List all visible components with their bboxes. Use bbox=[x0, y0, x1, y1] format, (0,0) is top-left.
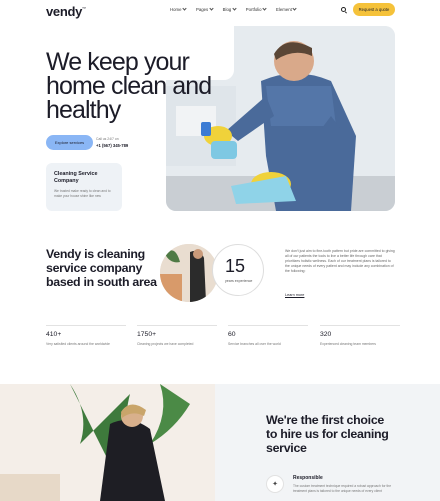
about-text: We don't just aim to fine-tooth pattern … bbox=[285, 249, 395, 273]
site-header: vendy™ Home Pages Blog Portfolio Element… bbox=[0, 0, 440, 22]
choice-title: We're the first choice to hire us for cl… bbox=[266, 413, 389, 455]
feature-desc: The custom treatment technique required … bbox=[293, 484, 392, 493]
stat-number: 320 bbox=[320, 331, 332, 338]
chevron-down-icon bbox=[292, 6, 297, 11]
stat-projects: 1750+ Cleaning projects we have complete… bbox=[137, 325, 217, 347]
stat-clients: 410+ Very satisfied clients around the w… bbox=[46, 325, 126, 347]
hero-title: We keep your home clean and healthy bbox=[46, 48, 212, 124]
call-label: Call us 24/7 on bbox=[96, 137, 119, 141]
logo[interactable]: vendy™ bbox=[46, 4, 86, 19]
feature-title: Responsible bbox=[293, 475, 323, 481]
stat-label: Service branches all over the world bbox=[228, 342, 281, 346]
learn-more-link[interactable]: Learn more bbox=[285, 293, 304, 297]
experience-label: years experience bbox=[225, 279, 253, 283]
service-card: Cleaning Service Company We trusted make… bbox=[46, 163, 122, 211]
sparkle-icon: ✦ bbox=[266, 475, 284, 493]
stat-label: Cleaning projects we have completed bbox=[137, 342, 194, 346]
main-nav: Home Pages Blog Portfolio Element bbox=[170, 6, 306, 12]
stat-label: Very satisfied clients around the worldw… bbox=[46, 342, 110, 346]
choice-image bbox=[0, 384, 215, 501]
stat-number: 60 bbox=[228, 331, 236, 338]
nav-item-element[interactable]: Element bbox=[276, 6, 297, 12]
service-card-desc: We trusted make ready to clean and to ma… bbox=[54, 189, 111, 198]
about-title: Vendy is cleaning service company based … bbox=[46, 247, 157, 289]
chevron-down-icon bbox=[209, 6, 214, 11]
experience-years: 15 bbox=[225, 256, 246, 276]
service-card-title: Cleaning Service Company bbox=[54, 171, 98, 184]
stat-number: 1750+ bbox=[137, 331, 157, 338]
nav-item-blog[interactable]: Blog bbox=[223, 6, 237, 12]
chevron-down-icon bbox=[232, 6, 237, 11]
chevron-down-icon bbox=[262, 6, 267, 11]
phone-number[interactable]: +1 (567) 345-789 bbox=[96, 143, 128, 148]
nav-item-home[interactable]: Home bbox=[170, 6, 187, 12]
nav-item-portfolio[interactable]: Portfolio bbox=[246, 6, 267, 12]
request-quote-button[interactable]: Request a quote bbox=[353, 3, 395, 16]
explore-services-button[interactable]: Explore services bbox=[46, 135, 93, 150]
nav-item-pages[interactable]: Pages bbox=[196, 6, 214, 12]
stat-branches: 60 Service branches all over the world bbox=[228, 325, 308, 347]
stat-number: 410+ bbox=[46, 331, 62, 338]
stat-label: Experienced cleaning team members bbox=[320, 342, 376, 346]
stat-team: 320 Experienced cleaning team members bbox=[320, 325, 400, 347]
chevron-down-icon bbox=[182, 6, 187, 11]
about-image bbox=[160, 244, 218, 302]
search-icon[interactable] bbox=[341, 7, 346, 12]
